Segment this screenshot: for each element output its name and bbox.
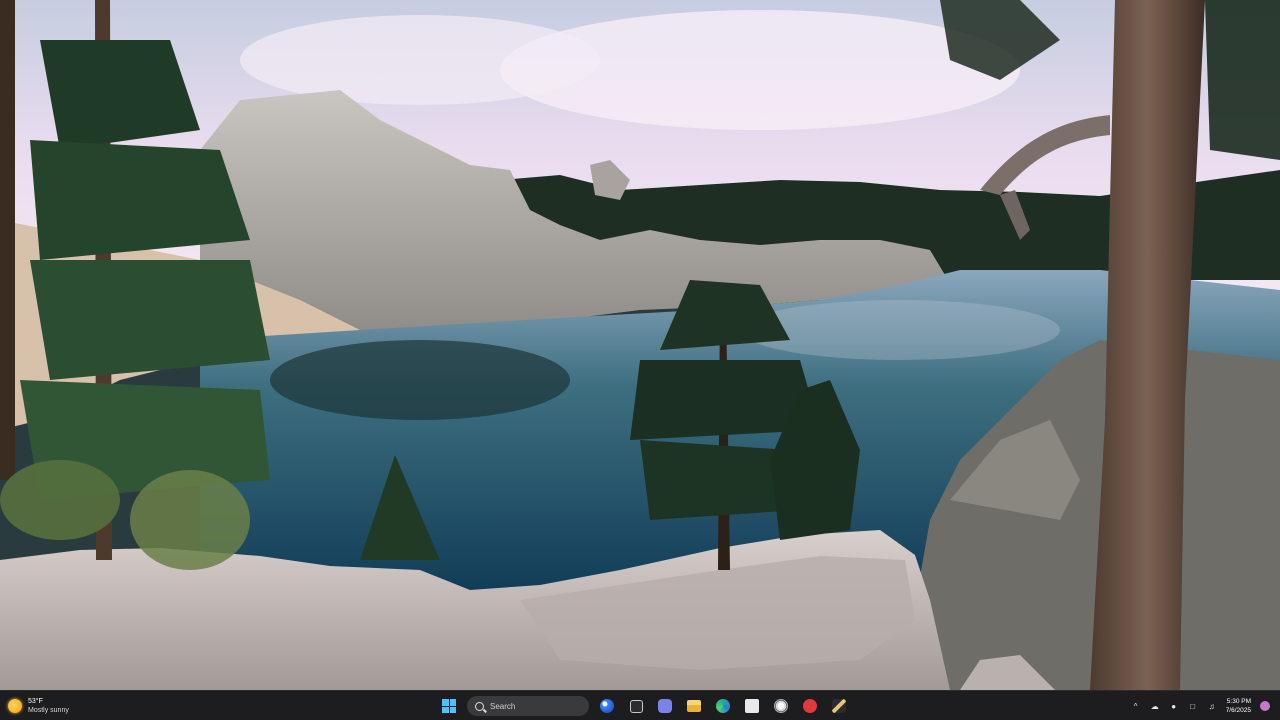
pen-app-button[interactable] — [828, 695, 850, 717]
microsoft-store-icon — [745, 699, 759, 713]
edge-button[interactable] — [712, 695, 734, 717]
wallpaper-image — [0, 0, 1280, 690]
chrome-icon — [774, 699, 788, 713]
taskbar-center: Search — [438, 694, 850, 718]
clock-date: 7/6/2025 — [1225, 707, 1251, 714]
desktop-wallpaper — [0, 0, 1280, 690]
notification-icon[interactable] — [1260, 701, 1270, 711]
copilot-icon — [600, 699, 614, 713]
pen-app-icon — [832, 699, 846, 713]
chevron-up-icon[interactable]: ^ — [1131, 702, 1141, 711]
copilot-button[interactable] — [596, 695, 618, 717]
task-view-button[interactable] — [625, 695, 647, 717]
microsoft-store-button[interactable] — [741, 695, 763, 717]
edge-icon — [716, 699, 730, 713]
search-box[interactable]: Search — [467, 696, 589, 716]
red-app-button[interactable] — [799, 695, 821, 717]
file-explorer-icon — [687, 700, 701, 712]
weather-temperature: 53°F — [28, 698, 43, 705]
file-explorer-button[interactable] — [683, 695, 705, 717]
network-icon[interactable]: □ — [1188, 702, 1198, 711]
sun-icon — [8, 699, 22, 713]
task-view-icon — [629, 699, 643, 713]
start-button[interactable] — [438, 695, 460, 717]
microphone-icon[interactable]: ● — [1169, 702, 1179, 711]
windows-logo-icon — [442, 699, 456, 713]
weather-text: 53°F Mostly sunny — [28, 697, 69, 715]
search-placeholder: Search — [490, 701, 516, 711]
chrome-button[interactable] — [770, 695, 792, 717]
volume-icon[interactable]: ♫ — [1207, 702, 1217, 711]
red-app-icon — [803, 699, 817, 713]
system-tray: ^ ☁ ● □ ♫ 5:30 PM 7/6/2025 — [1131, 694, 1270, 718]
clock-time: 5:30 PM — [1226, 698, 1251, 705]
taskbar: 53°F Mostly sunny Search ^ ☁ ● □ ♫ 5:30 … — [0, 690, 1280, 720]
weather-widget[interactable]: 53°F Mostly sunny — [8, 694, 69, 718]
search-icon — [475, 701, 484, 711]
teams-icon — [658, 699, 672, 713]
clock[interactable]: 5:30 PM 7/6/2025 — [1226, 697, 1251, 715]
weather-condition: Mostly sunny — [28, 707, 69, 714]
teams-button[interactable] — [654, 695, 676, 717]
onedrive-icon[interactable]: ☁ — [1150, 702, 1160, 711]
